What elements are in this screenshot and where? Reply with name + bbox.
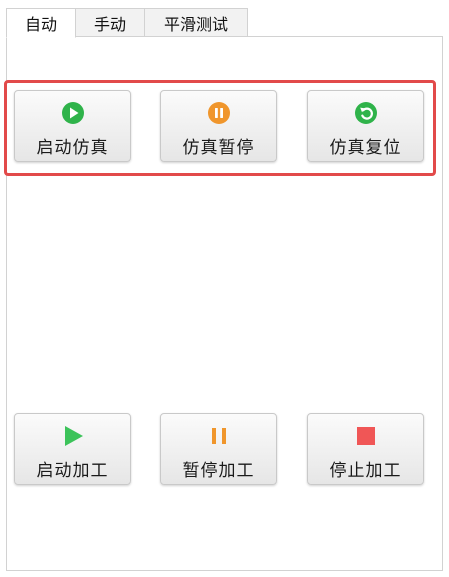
tab-manual[interactable]: 手动: [75, 8, 145, 37]
start-machining-button[interactable]: 启动加工: [14, 413, 131, 485]
pause-machining-button[interactable]: 暂停加工: [160, 413, 277, 485]
pause-circle-icon: [207, 101, 231, 125]
reset-circle-icon: [354, 101, 378, 125]
stop-machining-label: 停止加工: [329, 461, 402, 481]
start-simulation-label: 启动仿真: [36, 138, 109, 158]
pause-simulation-button[interactable]: 仿真暂停: [160, 90, 277, 162]
start-machining-label: 启动加工: [36, 461, 109, 481]
play-circle-icon: [61, 101, 85, 125]
reset-simulation-label: 仿真复位: [329, 138, 402, 158]
play-icon: [61, 424, 85, 448]
stop-machining-button[interactable]: 停止加工: [307, 413, 424, 485]
pause-machining-label: 暂停加工: [182, 461, 255, 481]
tab-smooth-test[interactable]: 平滑测试: [144, 8, 248, 37]
tab-bar: 自动 手动 平滑测试: [6, 8, 248, 38]
start-simulation-button[interactable]: 启动仿真: [14, 90, 131, 162]
pause-icon: [207, 424, 231, 448]
reset-simulation-button[interactable]: 仿真复位: [307, 90, 424, 162]
stop-icon: [354, 424, 378, 448]
pause-simulation-label: 仿真暂停: [182, 138, 255, 158]
tab-auto[interactable]: 自动: [6, 8, 76, 38]
